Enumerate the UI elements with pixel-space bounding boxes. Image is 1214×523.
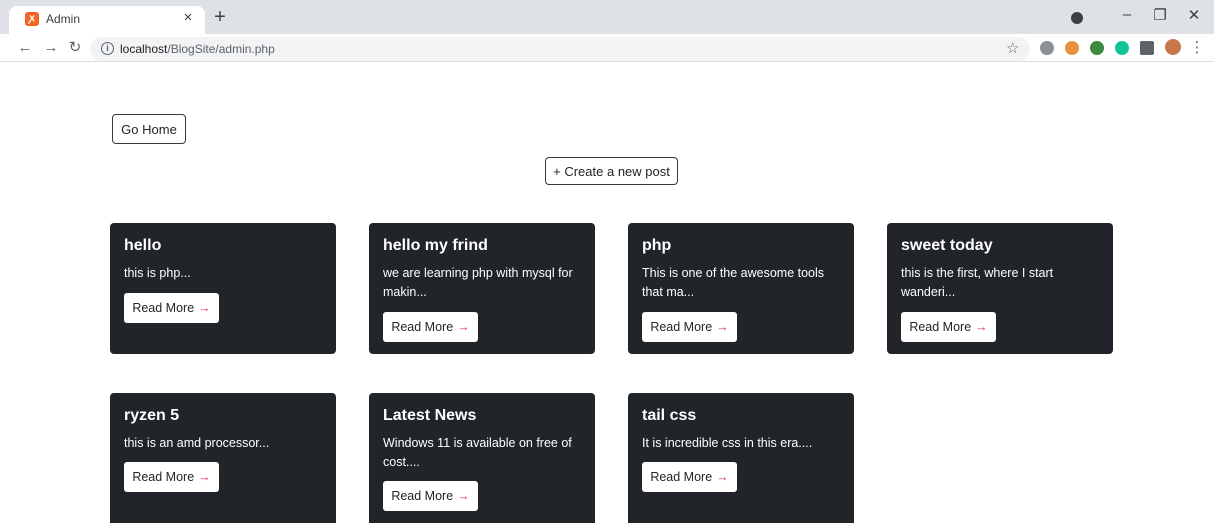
post-excerpt: this is the first, where I start wanderi… <box>901 266 1054 299</box>
restore-button[interactable]: ❐ <box>1150 6 1170 24</box>
minimize-button[interactable]: – <box>1117 6 1137 23</box>
post-card: hello this is php... Read More → <box>110 223 336 354</box>
create-post-button[interactable]: + Create a new post <box>545 157 678 185</box>
post-excerpt: It is incredible css in this era.... <box>642 436 813 450</box>
extension-tree-icon[interactable] <box>1090 41 1104 55</box>
extension-figure-icon[interactable] <box>1065 41 1079 55</box>
browser-toolbar: ← → ↻ i localhost/BlogSite/admin.php ☆ <box>0 34 1214 62</box>
url-text: localhost/BlogSite/admin.php <box>120 42 275 56</box>
arrow-right-icon: → <box>457 489 470 503</box>
address-bar[interactable]: i localhost/BlogSite/admin.php ☆ <box>90 37 1030 61</box>
arrow-right-icon: → <box>975 320 988 334</box>
post-title: tail css <box>642 407 697 424</box>
browser-tab[interactable]: ꭗ Admin × <box>9 6 205 34</box>
post-card: sweet today this is the first, where I s… <box>887 223 1113 354</box>
menu-kebab-icon[interactable]: ⋮ <box>1188 38 1206 58</box>
tab-title: Admin <box>46 12 81 26</box>
post-card: tail css It is incredible css in this er… <box>628 393 854 523</box>
post-title: sweet today <box>901 237 993 254</box>
extension-bug-icon[interactable] <box>1040 41 1054 55</box>
avatar[interactable] <box>1165 39 1181 55</box>
back-arrow-icon[interactable]: ← <box>16 38 34 58</box>
post-excerpt: This is one of the awesome tools that ma… <box>642 266 825 299</box>
post-excerpt: this is an amd processor... <box>124 436 270 450</box>
post-title: hello <box>124 237 162 254</box>
post-card: ryzen 5 this is an amd processor... Read… <box>110 393 336 523</box>
arrow-right-icon: → <box>716 470 729 484</box>
post-card: php This is one of the awesome tools tha… <box>628 223 854 354</box>
post-title: ryzen 5 <box>124 407 180 424</box>
post-excerpt: we are learning php with mysql for makin… <box>383 266 573 299</box>
extensions-puzzle-icon[interactable] <box>1140 41 1154 55</box>
read-more-button[interactable]: Read More → <box>642 462 737 492</box>
post-title: hello my frind <box>383 237 488 254</box>
post-title: php <box>642 237 672 254</box>
read-more-button[interactable]: Read More → <box>642 312 737 342</box>
grammarly-icon[interactable] <box>1115 41 1129 55</box>
post-card: Latest News Windows 11 is available on f… <box>369 393 595 523</box>
read-more-button[interactable]: Read More → <box>124 293 219 323</box>
arrow-right-icon: → <box>716 320 729 334</box>
arrow-right-icon: → <box>457 320 470 334</box>
incognito-profile-icon[interactable] <box>1071 12 1083 24</box>
xampp-favicon-icon: ꭗ <box>25 12 39 26</box>
bookmark-star-icon[interactable]: ☆ <box>1006 39 1019 57</box>
new-tab-button[interactable]: + <box>210 7 230 27</box>
info-icon[interactable]: i <box>101 42 114 55</box>
read-more-button[interactable]: Read More → <box>901 312 996 342</box>
arrow-right-icon: → <box>198 301 211 315</box>
reload-icon[interactable]: ↻ <box>66 38 84 58</box>
arrow-right-icon: → <box>198 470 211 484</box>
close-tab-icon[interactable]: × <box>179 9 197 26</box>
forward-arrow-icon[interactable]: → <box>42 38 60 58</box>
post-card: hello my frind we are learning php with … <box>369 223 595 354</box>
post-excerpt: this is php... <box>124 266 191 280</box>
post-title: Latest News <box>383 407 477 424</box>
read-more-button[interactable]: Read More → <box>124 462 219 492</box>
tab-bar: ꭗ Admin × + – ❐ ✕ <box>0 0 1214 34</box>
read-more-button[interactable]: Read More → <box>383 481 478 511</box>
go-home-button[interactable]: Go Home <box>112 114 186 144</box>
close-window-button[interactable]: ✕ <box>1184 6 1204 24</box>
post-excerpt: Windows 11 is available on free of cost.… <box>383 436 572 469</box>
read-more-button[interactable]: Read More → <box>383 312 478 342</box>
